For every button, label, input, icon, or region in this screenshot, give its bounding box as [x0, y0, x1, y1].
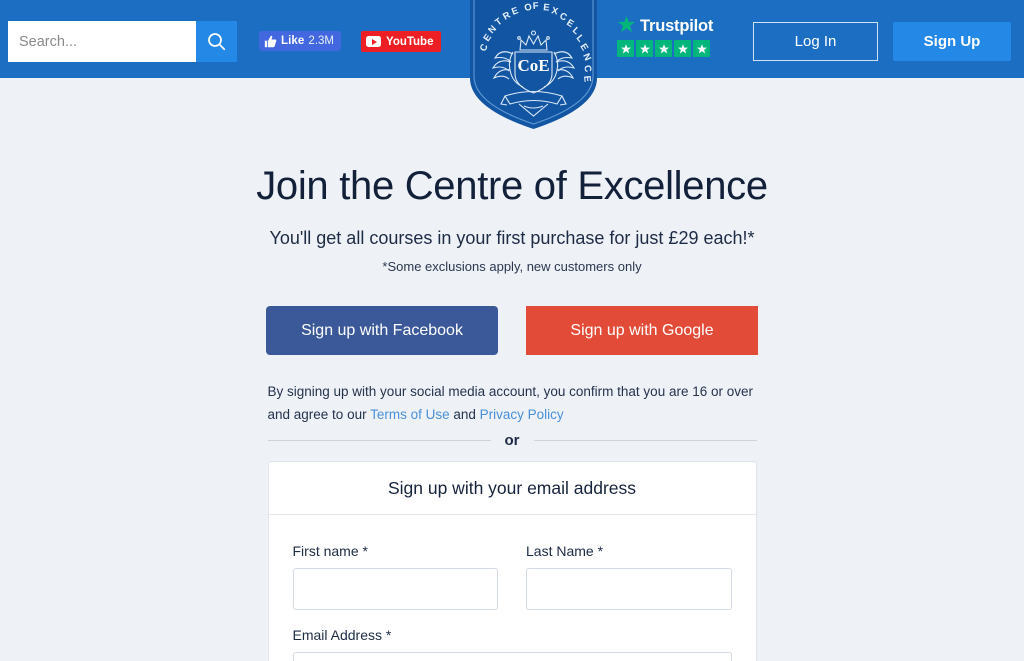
first-name-label: First name *: [292, 543, 368, 560]
main-content: Join the Centre of Excellence You'll get…: [0, 78, 1024, 661]
name-field-row: First name * Last Name *: [292, 543, 732, 611]
youtube-label: YouTube: [386, 35, 434, 48]
email-address-field: Email Address *: [292, 627, 732, 661]
trustpilot-star-5: [693, 40, 710, 57]
svg-text:E: E: [543, 2, 550, 14]
facebook-like-button[interactable]: Like 2.3M: [259, 31, 341, 51]
email-signup-card: Sign up with your email address First na…: [267, 461, 757, 661]
thumbs-up-icon: [264, 35, 277, 48]
email-address-label: Email Address *: [292, 627, 392, 644]
legal-text-middle: and: [449, 406, 480, 422]
first-name-input[interactable]: [292, 568, 498, 611]
page-title: Join the Centre of Excellence: [256, 164, 768, 208]
login-button[interactable]: Log In: [753, 22, 878, 61]
trustpilot-star-icon: [617, 15, 636, 39]
search-button[interactable]: [196, 21, 237, 62]
or-divider: or: [267, 432, 757, 450]
search-icon: [207, 32, 226, 51]
signup-google-button[interactable]: Sign up with Google: [526, 306, 758, 355]
trustpilot-star-2: [636, 40, 653, 57]
hero-note: *Some exclusions apply, new customers on…: [382, 259, 642, 274]
trustpilot-star-3: [655, 40, 672, 57]
trustpilot-title-row: Trustpilot: [617, 15, 714, 39]
email-signup-form: First name * Last Name * Email Address *: [269, 515, 756, 661]
legal-text: By signing up with your social media acc…: [268, 381, 757, 426]
search-box: [8, 21, 237, 62]
youtube-button[interactable]: YouTube: [361, 31, 442, 52]
trustpilot-stars: [617, 40, 714, 57]
svg-text:F: F: [532, 1, 539, 12]
last-name-label: Last Name *: [526, 543, 604, 560]
signup-button-header[interactable]: Sign Up: [893, 22, 1011, 61]
trustpilot-star-4: [674, 40, 691, 57]
site-logo[interactable]: CoE C E N T R E O F E X C E L L E N C E: [467, 0, 600, 130]
search-input[interactable]: [8, 21, 196, 62]
terms-of-use-link[interactable]: Terms of Use: [370, 407, 450, 422]
divider-label: or: [504, 432, 520, 450]
trustpilot-name: Trustpilot: [640, 17, 714, 35]
facebook-like-count: 2.3M: [308, 35, 334, 47]
divider-line-right: [533, 440, 757, 442]
signup-facebook-button[interactable]: Sign up with Facebook: [266, 306, 498, 355]
trustpilot-star-1: [617, 40, 634, 57]
facebook-like-label: Like: [281, 35, 305, 47]
first-name-field: First name *: [292, 543, 498, 611]
divider-line-left: [267, 440, 491, 442]
social-signup-row: Sign up with Facebook Sign up with Googl…: [0, 306, 1024, 355]
youtube-play-icon: [366, 36, 381, 47]
signup-page: Like 2.3M YouTube Trustpilot: [0, 0, 1024, 661]
email-signup-heading: Sign up with your email address: [268, 462, 756, 516]
privacy-policy-link[interactable]: Privacy Policy: [480, 407, 564, 422]
last-name-input[interactable]: [526, 568, 732, 611]
svg-text:E: E: [581, 75, 593, 82]
trustpilot-widget[interactable]: Trustpilot: [617, 15, 714, 57]
last-name-field: Last Name *: [526, 543, 732, 611]
logo-monogram-text: CoE: [517, 56, 549, 75]
hero-subtitle: You'll get all courses in your first pur…: [269, 228, 755, 248]
email-address-input[interactable]: [292, 652, 732, 661]
